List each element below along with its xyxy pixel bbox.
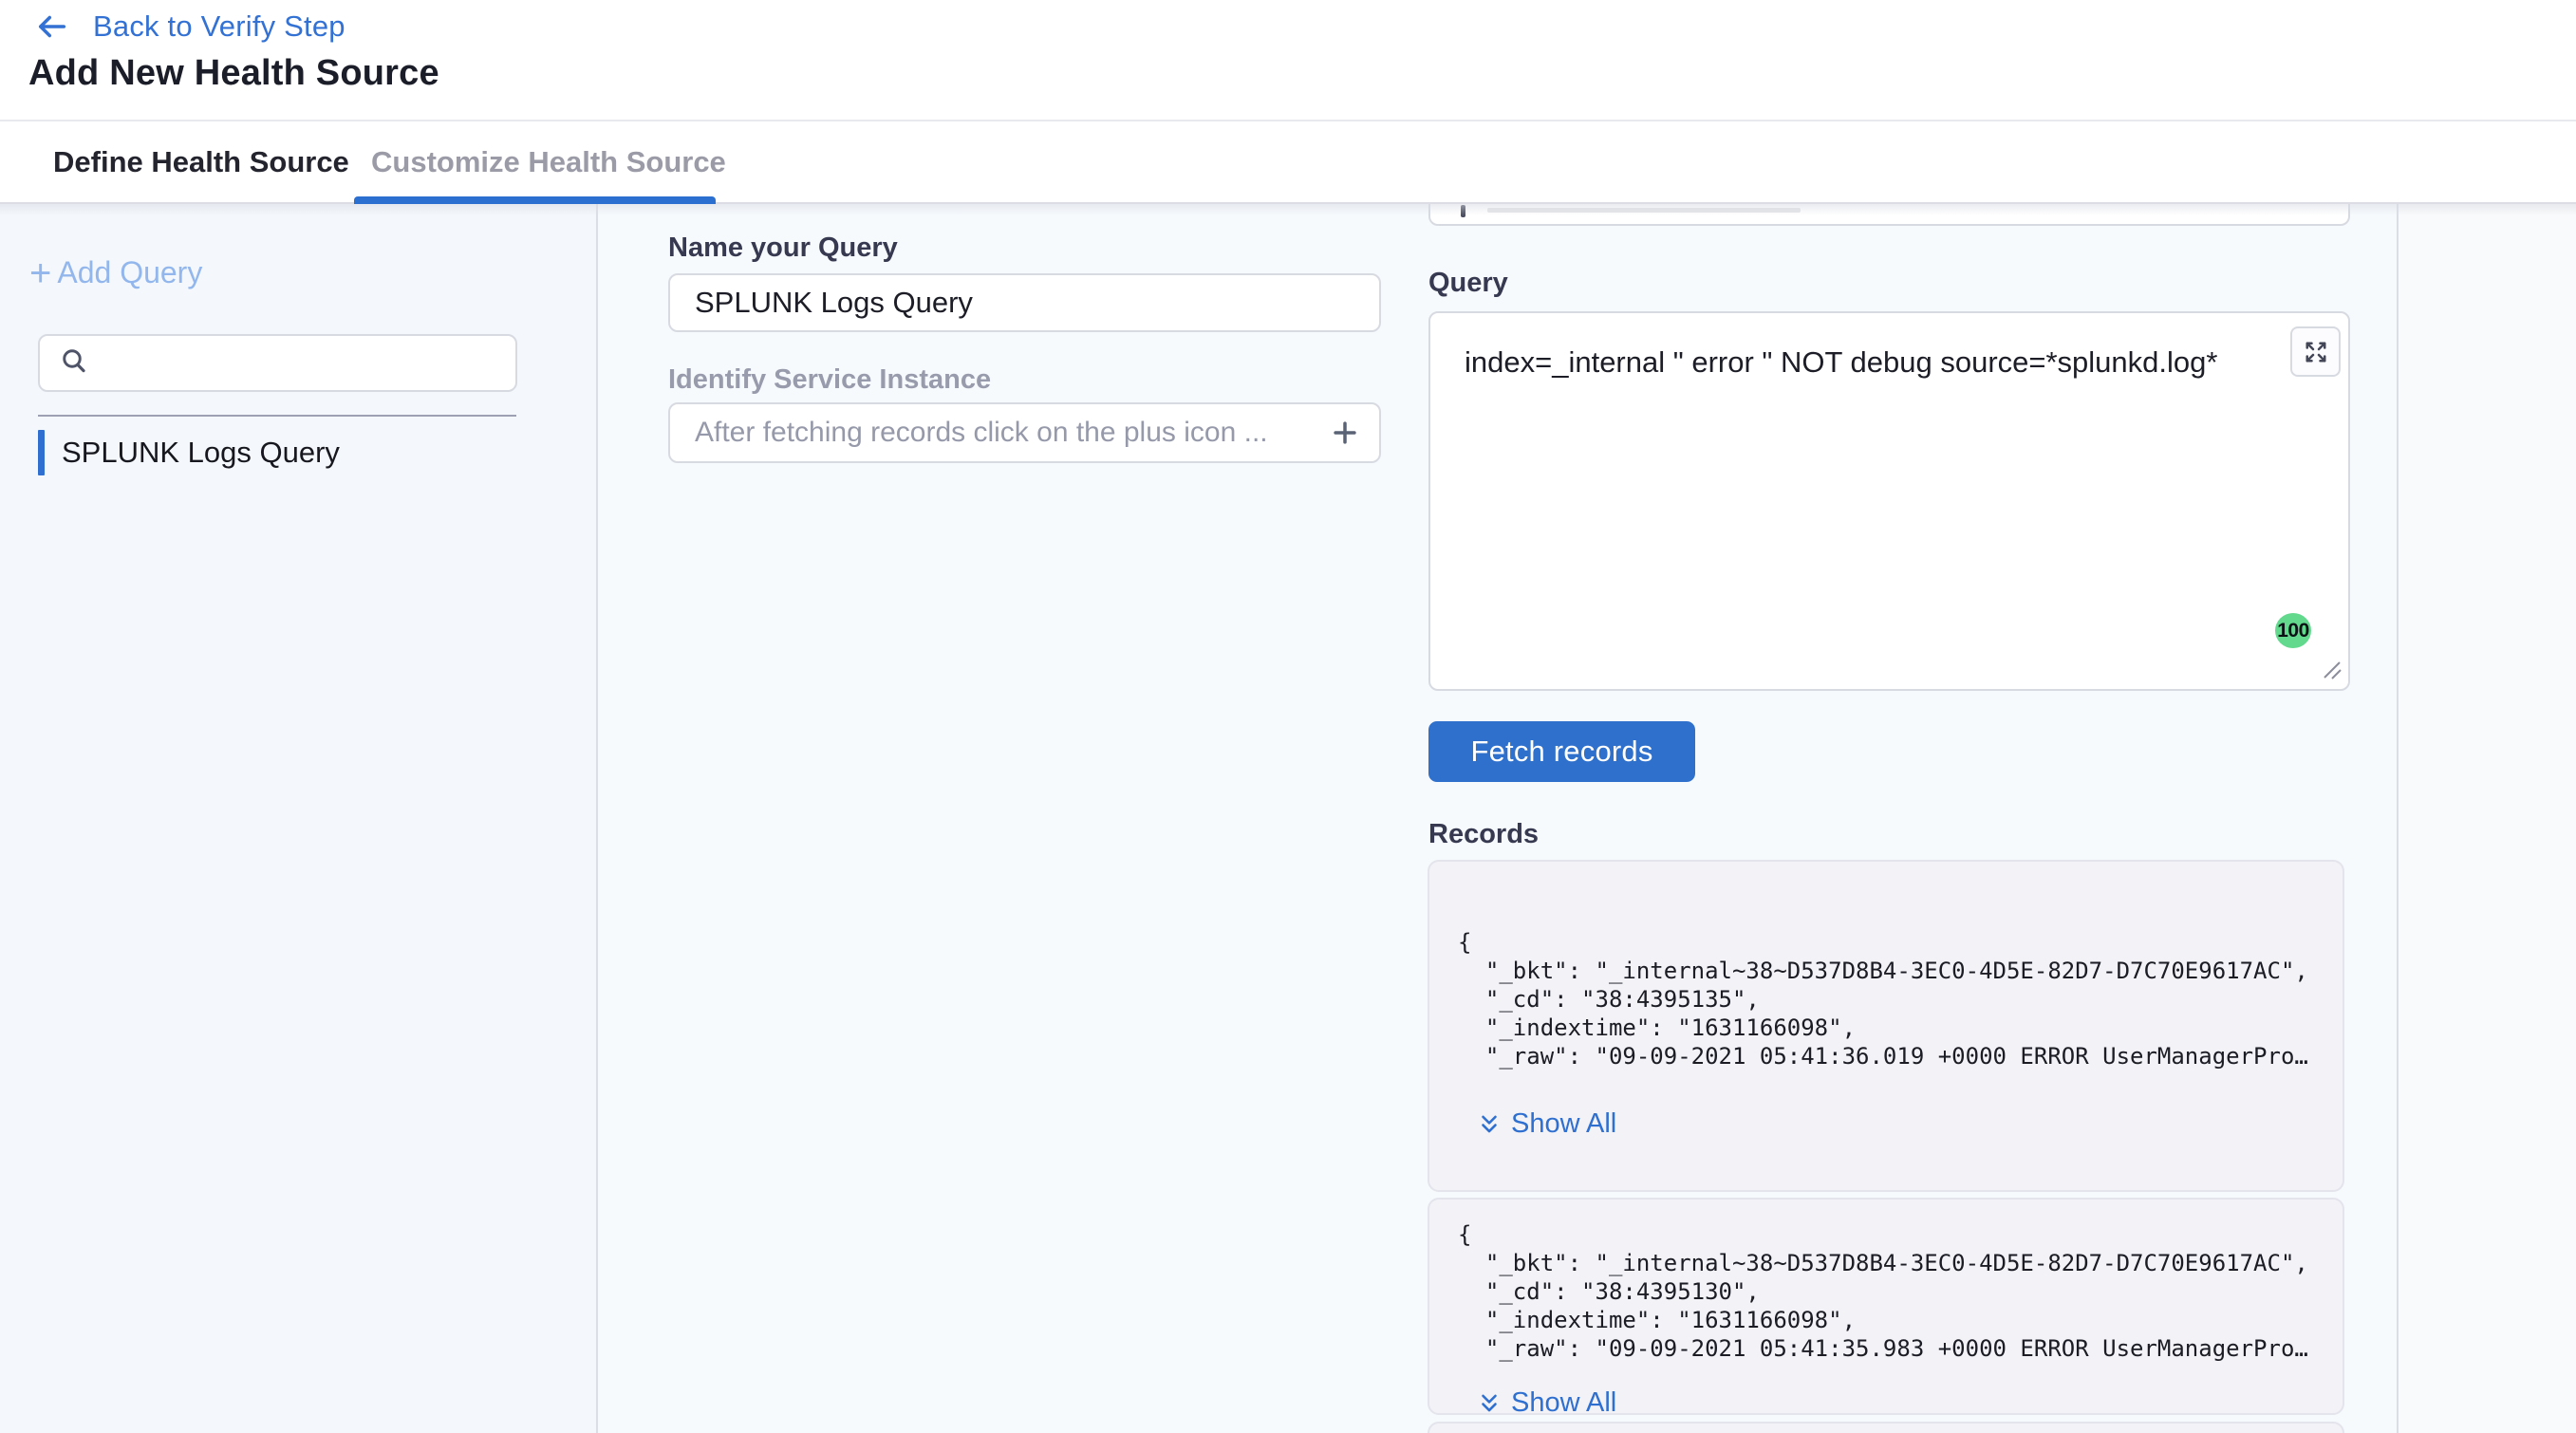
tab-bar: Define Health Source Customize Health So… <box>0 120 2576 204</box>
query-value: index=_internal " error " NOT debug sour… <box>1465 344 2234 382</box>
record-count-badge: 100 <box>2275 613 2311 648</box>
sidebar-item-splunk-logs-query[interactable]: SPLUNK Logs Query <box>38 429 340 476</box>
show-all-link[interactable]: Show All <box>1477 1108 2314 1140</box>
page-background-strip <box>2399 204 2576 1433</box>
search-icon <box>55 345 89 381</box>
back-to-verify-step-link[interactable]: Back to Verify Step <box>36 9 345 44</box>
record-json-line: "_bkt": "_internal~38~D537D8B4-3EC0-4D5E… <box>1458 1249 2314 1277</box>
record-json-line: "_indextime": "1631166098", <box>1458 1306 2314 1334</box>
double-chevron-down-icon <box>1477 1112 1502 1137</box>
search-input[interactable] <box>103 336 500 390</box>
name-your-query-label: Name your Query <box>668 233 898 264</box>
fetch-records-button[interactable]: Fetch records <box>1428 721 1695 782</box>
service-instance-field <box>668 402 1381 463</box>
header: Back to Verify Step Add New Health Sourc… <box>0 0 2576 120</box>
clipped-text-remnant <box>1461 205 1465 217</box>
query-item-label: SPLUNK Logs Query <box>62 436 340 470</box>
selected-indicator-bar <box>38 430 45 475</box>
tab-define-health-source[interactable]: Define Health Source <box>53 121 349 202</box>
page-title: Add New Health Source <box>28 53 439 94</box>
clipped-input-above[interactable] <box>1428 204 2350 226</box>
add-query-label: Add Query <box>57 255 202 290</box>
clipped-text-remnant <box>1487 208 1801 213</box>
record-json-line: "_bkt": "_internal~38~D537D8B4-3EC0-4D5E… <box>1458 957 2314 985</box>
query-sidebar: + Add Query SPLUNK Logs Query <box>0 204 598 1433</box>
show-all-label: Show All <box>1511 1108 1616 1140</box>
query-panel: Query index=_internal " error " NOT debu… <box>1428 204 2350 1433</box>
content-area: + Add Query SPLUNK Logs Query Name your … <box>0 204 2576 1433</box>
expand-query-button[interactable] <box>2290 326 2341 377</box>
record-json-line: "_raw": "09-09-2021 05:41:36.019 +0000 E… <box>1458 1042 2314 1070</box>
record-json-line: "_cd": "38:4395135", <box>1458 985 2314 1014</box>
identify-service-instance-label: Identify Service Instance <box>668 364 991 396</box>
record-json-line: { <box>1458 1220 2314 1249</box>
add-new-health-source-screen: Back to Verify Step Add New Health Sourc… <box>0 0 2576 1433</box>
record-card-3 <box>1428 1422 2344 1433</box>
tab-customize-health-source[interactable]: Customize Health Source <box>371 121 726 202</box>
plus-icon <box>1332 419 1358 446</box>
textarea-resize-handle[interactable] <box>2321 659 2345 686</box>
query-name-input[interactable] <box>668 273 1381 332</box>
show-all-label: Show All <box>1511 1387 1616 1419</box>
back-arrow-icon <box>36 12 68 41</box>
query-search-box[interactable] <box>38 334 517 392</box>
record-json-line: "_cd": "38:4395130", <box>1458 1277 2314 1306</box>
query-textarea[interactable]: index=_internal " error " NOT debug sour… <box>1428 311 2350 691</box>
back-link-label: Back to Verify Step <box>93 9 345 44</box>
panel-right-divider <box>2397 204 2399 1433</box>
show-all-link[interactable]: Show All <box>1477 1387 2314 1419</box>
double-chevron-down-icon <box>1477 1391 1502 1416</box>
sidebar-divider <box>38 415 516 417</box>
record-card-2: { "_bkt": "_internal~38~D537D8B4-3EC0-4D… <box>1428 1198 2344 1415</box>
record-card-1: { "_bkt": "_internal~38~D537D8B4-3EC0-4D… <box>1428 860 2344 1192</box>
record-json-line: "_indextime": "1631166098", <box>1458 1014 2314 1042</box>
query-label: Query <box>1428 268 1508 299</box>
record-json-line: "_raw": "09-09-2021 05:41:35.983 +0000 E… <box>1458 1334 2314 1363</box>
service-instance-input[interactable] <box>668 402 1381 463</box>
add-query-button[interactable]: + Add Query <box>29 255 202 290</box>
add-service-instance-button[interactable] <box>1326 414 1364 452</box>
expand-icon <box>2302 338 2330 366</box>
records-label: Records <box>1428 819 1539 850</box>
record-json-line: { <box>1458 928 2314 957</box>
plus-icon: + <box>29 259 51 288</box>
active-tab-underline <box>354 196 716 204</box>
